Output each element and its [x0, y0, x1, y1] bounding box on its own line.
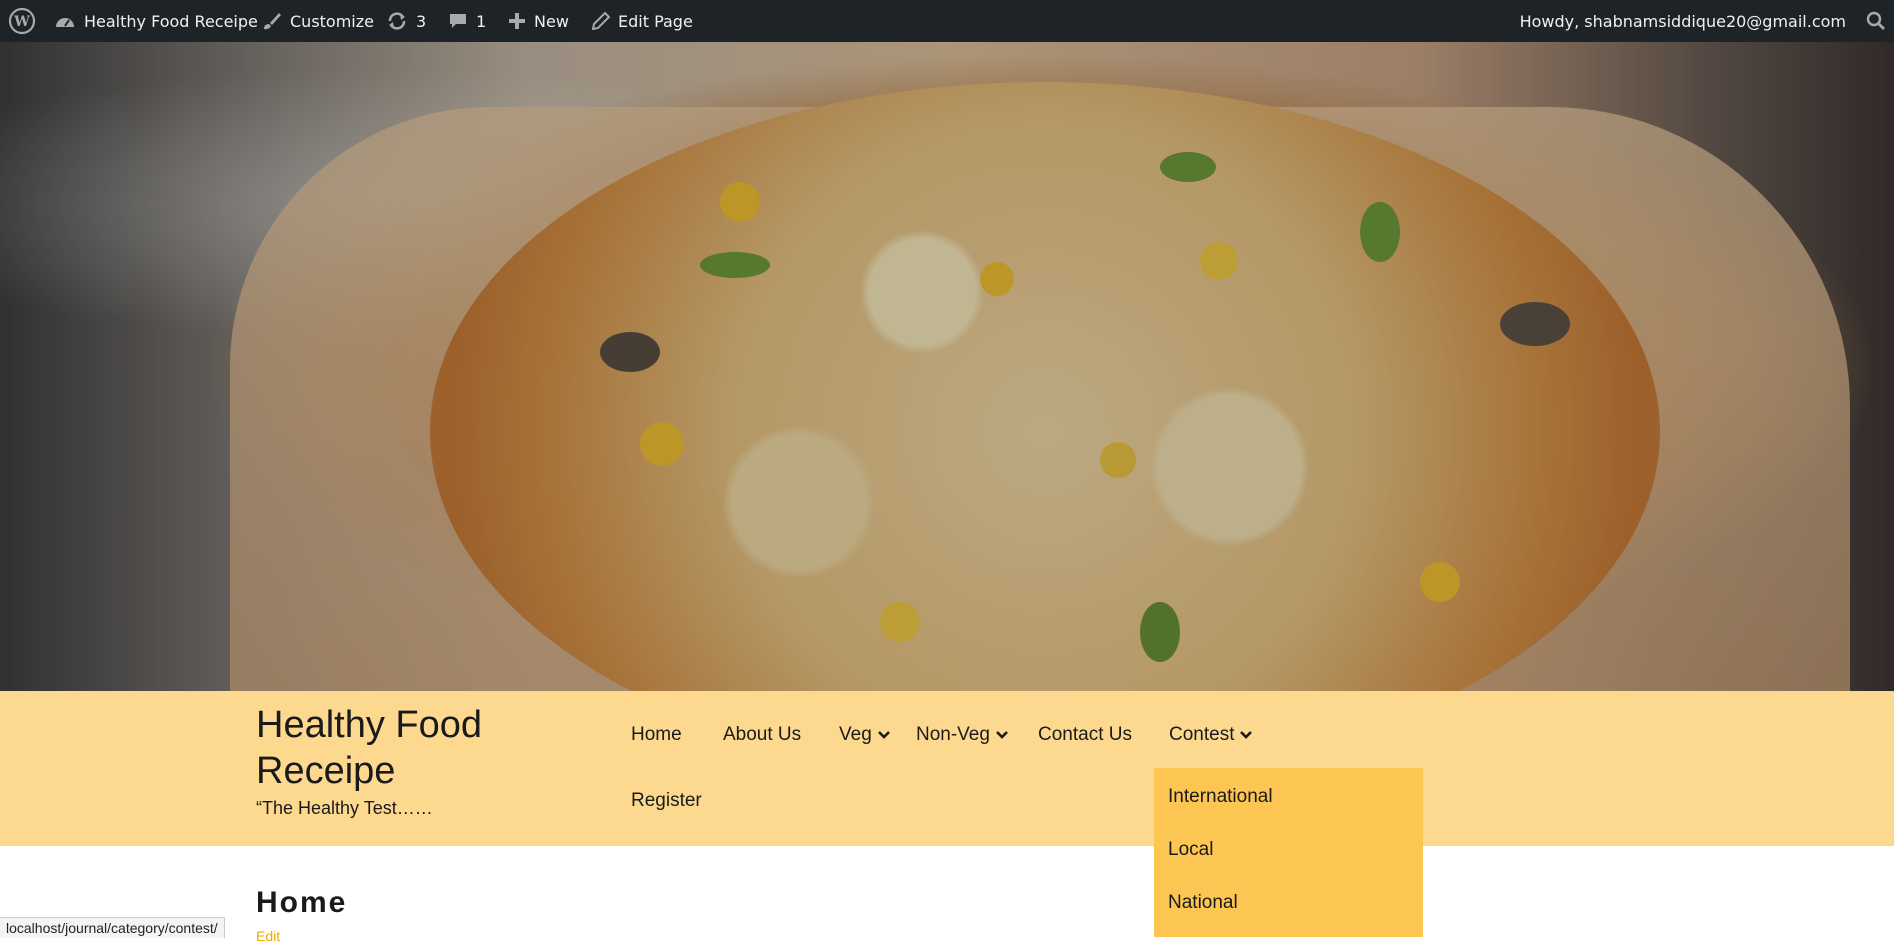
site-title[interactable]: Healthy Food Receipe: [256, 702, 546, 794]
comment-icon: [448, 11, 468, 31]
new-label: New: [534, 11, 569, 31]
plus-icon: [508, 12, 526, 30]
nav-item-label: Non-Veg: [916, 724, 990, 745]
browser-status-bar: localhost/journal/category/contest/: [0, 917, 225, 938]
nav-item-register[interactable]: Register: [631, 790, 702, 812]
dropdown-item-national[interactable]: National: [1168, 892, 1238, 914]
search-button[interactable]: [1866, 0, 1886, 42]
nav-item-about-us[interactable]: About Us: [723, 724, 801, 746]
wordpress-icon: W: [8, 7, 36, 35]
search-icon: [1866, 11, 1886, 31]
comments-link[interactable]: 1: [448, 0, 486, 42]
wordpress-logo-button[interactable]: W: [8, 0, 36, 42]
chevron-down-icon: [1240, 731, 1253, 739]
nav-item-veg[interactable]: Veg: [839, 724, 890, 746]
customize-link[interactable]: Customize: [262, 0, 374, 42]
svg-text:W: W: [13, 14, 30, 30]
nav-item-label: Home: [631, 724, 682, 745]
header-image: [0, 42, 1894, 691]
nav-item-home[interactable]: Home: [631, 724, 682, 746]
pencil-icon: [592, 12, 610, 30]
dropdown-item-local[interactable]: Local: [1168, 839, 1213, 861]
admin-bar: W Healthy Food Receipe Customize 3 1 New: [0, 0, 1894, 42]
account-menu[interactable]: Howdy, shabnamsiddique20@gmail.com: [1520, 0, 1846, 42]
edit-page-label: Edit Page: [618, 11, 693, 31]
dashboard-icon: [54, 11, 76, 31]
updates-icon: [386, 11, 408, 31]
site-name-label: Healthy Food Receipe: [84, 11, 258, 31]
nav-item-label: About Us: [723, 724, 802, 745]
site-name-link[interactable]: Healthy Food Receipe: [54, 0, 258, 42]
edit-link[interactable]: Edit: [256, 928, 280, 944]
nav-item-label: Register: [631, 790, 702, 811]
nav-item-label: Veg: [839, 724, 872, 745]
page-title: Home: [256, 886, 348, 919]
updates-count: 3: [416, 11, 427, 31]
customize-label: Customize: [290, 11, 374, 31]
updates-link[interactable]: 3: [386, 0, 426, 42]
nav-item-label: Contact Us: [1038, 724, 1132, 745]
brush-icon: [262, 11, 282, 31]
nav-item-label: Contest: [1169, 724, 1235, 745]
image-overlay: [0, 42, 1894, 691]
chevron-down-icon: [877, 731, 890, 739]
chevron-down-icon: [996, 731, 1008, 739]
new-content-link[interactable]: New: [508, 0, 569, 42]
nav-item-non-veg[interactable]: Non-Veg: [916, 724, 1008, 746]
dropdown-item-international[interactable]: International: [1168, 786, 1273, 808]
site-tagline: “The Healthy Test……: [256, 798, 433, 818]
nav-item-contest[interactable]: Contest: [1169, 724, 1253, 746]
nav-item-contact-us[interactable]: Contact Us: [1038, 724, 1132, 746]
edit-page-link[interactable]: Edit Page: [592, 0, 693, 42]
comments-count: 1: [476, 11, 487, 31]
howdy-label: Howdy, shabnamsiddique20@gmail.com: [1519, 11, 1846, 31]
